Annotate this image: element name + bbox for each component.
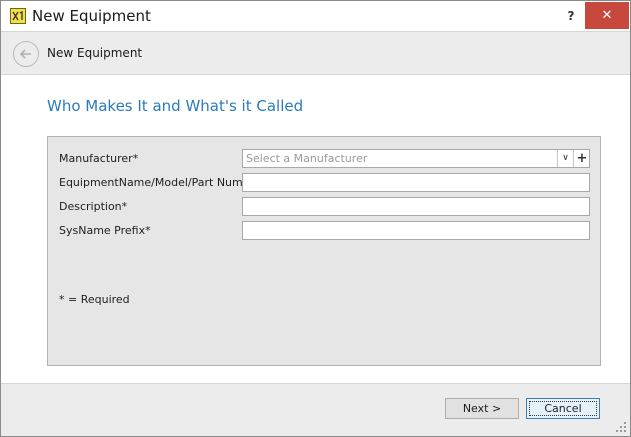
window-title: New Equipment [32,7,151,25]
sysname-prefix-input[interactable] [242,221,590,240]
back-arrow-icon [19,49,31,59]
wizard-header: New Equipment [1,31,630,75]
footer-bar: Next > Cancel [1,383,630,436]
new-equipment-dialog: New Equipment ? ✕ New Equipment Who Make… [0,0,631,437]
app-logo-icon [10,8,26,24]
cancel-button[interactable]: Cancel [526,398,600,419]
chevron-down-icon[interactable]: ∨ [558,150,573,167]
description-label: Description* [59,200,128,213]
required-note: * = Required [59,293,130,306]
form-panel: Manufacturer* Select a Manufacturer ∨ + … [47,136,601,366]
title-bar: New Equipment ? ✕ [1,1,630,31]
resize-grip-icon[interactable] [615,421,627,433]
help-button[interactable]: ? [559,6,583,26]
next-button[interactable]: Next > [445,398,519,419]
equipment-name-input[interactable] [242,173,590,192]
cancel-label: Cancel [544,402,582,415]
page-heading: Who Makes It and What's it Called [47,97,304,115]
manufacturer-placeholder: Select a Manufacturer [246,152,368,165]
close-button[interactable]: ✕ [585,2,629,29]
equipment-name-label: EquipmentName/Model/Part Number* [59,176,267,189]
sysname-prefix-label: SysName Prefix* [59,224,151,237]
manufacturer-label: Manufacturer* [59,152,139,165]
plus-icon[interactable]: + [573,150,590,167]
back-button[interactable] [13,41,39,67]
manufacturer-combobox[interactable]: Select a Manufacturer ∨ + [242,149,590,168]
description-input[interactable] [242,197,590,216]
header-title: New Equipment [47,46,143,60]
